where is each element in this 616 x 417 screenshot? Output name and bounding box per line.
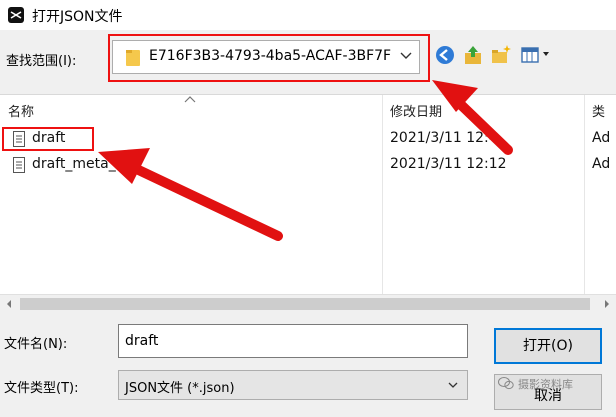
column-separator[interactable] (382, 95, 383, 295)
file-name-input[interactable] (125, 330, 455, 352)
file-type: Ad (592, 156, 611, 172)
file-modified: 2021/3/11 12:4 (390, 130, 498, 146)
file-type-value: JSON文件 (*.json) (125, 381, 235, 396)
file-icon (13, 157, 25, 173)
look-in-label: 查找范围(I): (6, 54, 77, 69)
column-separator[interactable] (584, 95, 585, 295)
wechat-icon (498, 377, 514, 390)
file-modified-tail: 4 (488, 130, 498, 146)
file-type-select[interactable]: JSON文件 (*.json) (118, 370, 468, 400)
file-modified-head: 2021/3/11 12: (390, 130, 489, 146)
column-header-modified[interactable]: 修改日期 (390, 101, 442, 120)
sort-ascending-icon (184, 96, 196, 103)
file-name-field[interactable] (118, 324, 468, 358)
file-modified: 2021/3/11 12:12 (390, 156, 507, 172)
view-menu-icon[interactable] (520, 44, 556, 66)
chevron-down-icon[interactable] (447, 379, 459, 391)
file-list[interactable]: 名称 修改日期 类 draft 2021/3/11 12:4 Ad draft_… (0, 94, 616, 295)
scroll-left-icon[interactable] (4, 299, 14, 309)
title-bar: 打开JSON文件 (0, 0, 616, 30)
file-row-draft-meta[interactable]: draft_meta_ 2021/3/11 12:12 Ad (0, 153, 616, 177)
back-icon[interactable] (434, 44, 456, 66)
window-title: 打开JSON文件 (32, 9, 123, 25)
new-folder-icon[interactable] (490, 44, 512, 66)
up-folder-icon[interactable] (462, 44, 484, 66)
scroll-right-icon[interactable] (602, 299, 612, 309)
draft-highlight-box (2, 127, 94, 151)
file-name: draft_meta_ (32, 156, 116, 172)
capcut-app-icon (8, 7, 24, 23)
watermark-text: 摄影资料库 (518, 378, 573, 391)
column-header-type[interactable]: 类 (592, 101, 605, 120)
file-type: Ad (592, 130, 611, 146)
open-button[interactable]: 打开(O) (494, 328, 602, 364)
column-header-name[interactable]: 名称 (8, 101, 34, 120)
folder-highlight-box (108, 34, 430, 82)
scrollbar-thumb[interactable] (20, 298, 590, 310)
file-name-label: 文件名(N): (4, 337, 68, 352)
watermark: 摄影资料库 (498, 374, 616, 394)
file-type-label: 文件类型(T): (4, 381, 79, 396)
horizontal-scrollbar[interactable] (0, 294, 616, 313)
